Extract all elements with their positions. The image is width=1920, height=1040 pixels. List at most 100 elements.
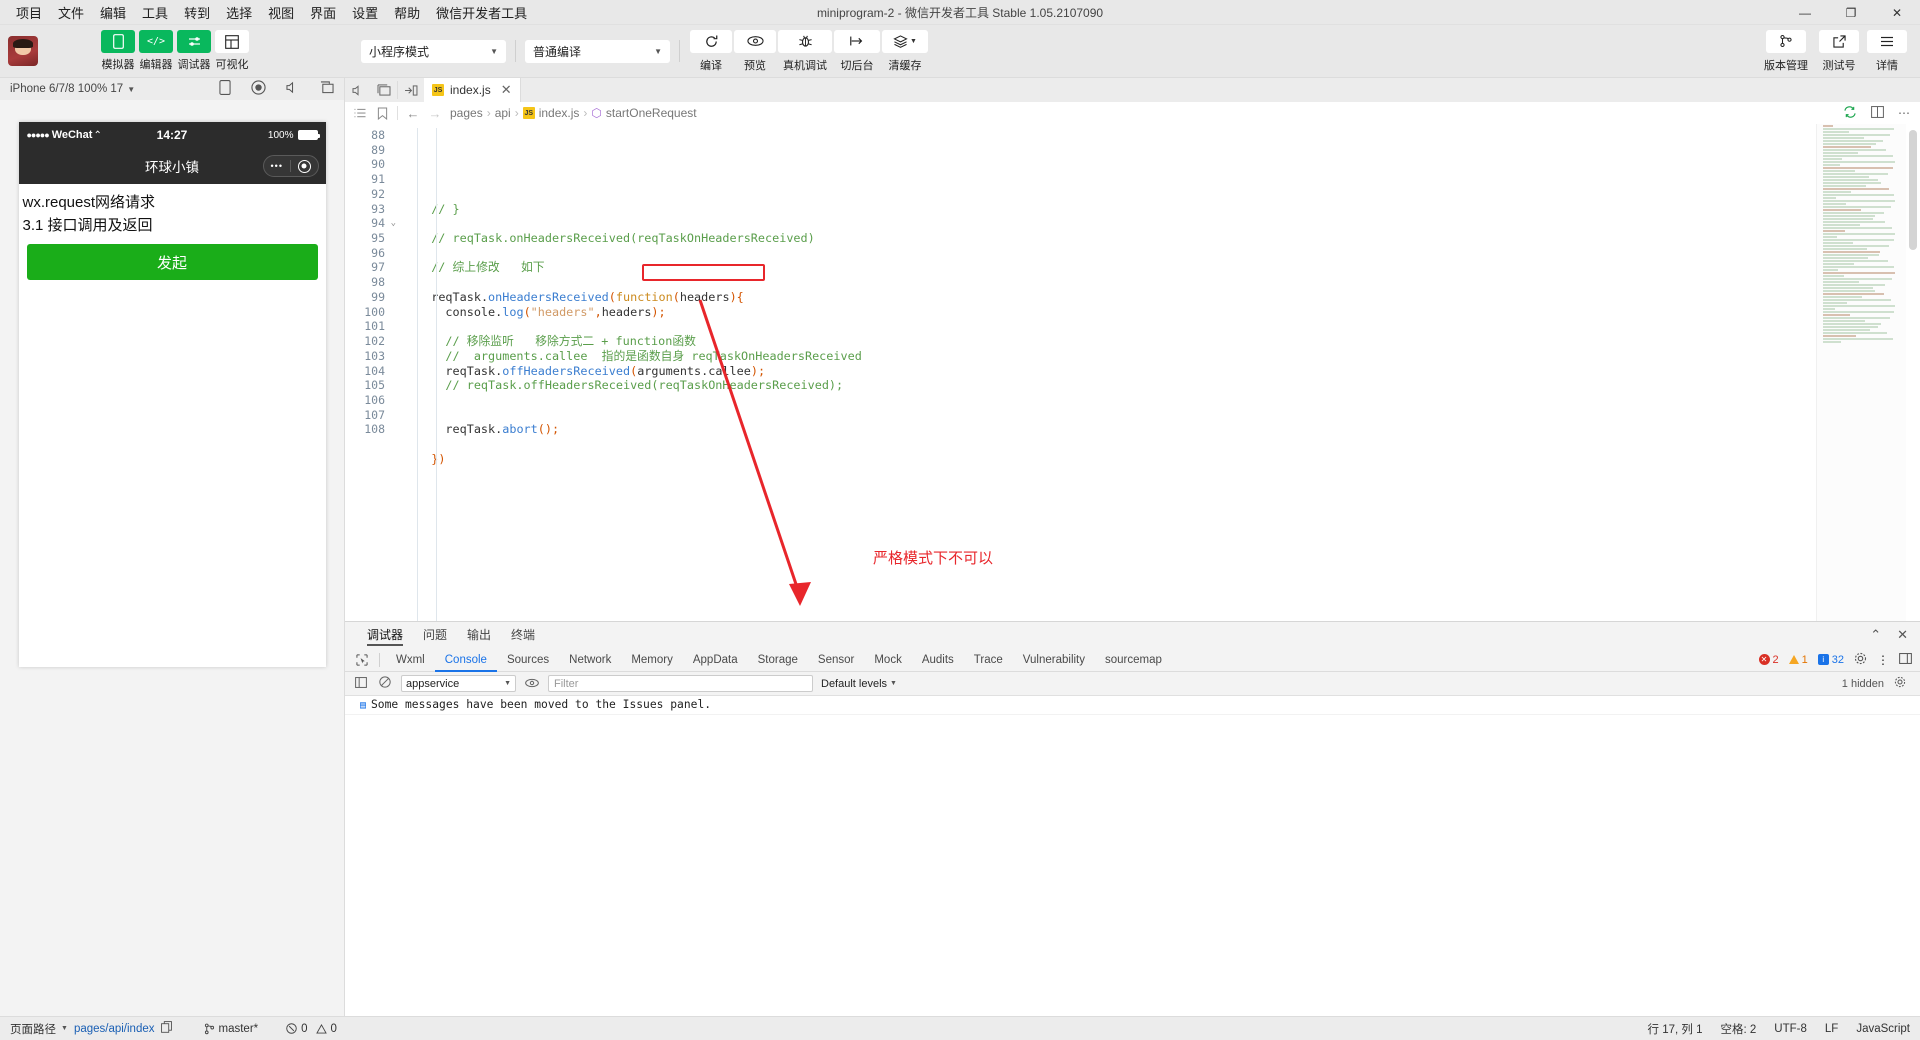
toolbar-button-compile[interactable]: 编译 [689, 29, 733, 73]
menu-item-1[interactable]: 文件 [50, 0, 92, 25]
toolbar-button-simulator[interactable]: 模拟器 [101, 30, 135, 72]
more-icon[interactable]: ⋯ [1898, 106, 1910, 121]
console-settings-icon[interactable] [1894, 676, 1906, 691]
console-tab-sensor[interactable]: Sensor [808, 648, 864, 672]
breadcrumb-item[interactable]: api [495, 106, 511, 120]
back-icon[interactable]: ← [402, 106, 424, 121]
menu-item-6[interactable]: 视图 [260, 0, 302, 25]
console-tab-vulnerability[interactable]: Vulnerability [1013, 648, 1095, 672]
toolbar-button-debugger[interactable]: 调试器 [177, 30, 211, 72]
breadcrumb-item[interactable]: pages [450, 106, 483, 120]
branch-indicator[interactable]: master* [204, 1023, 258, 1035]
toolbar-button-details[interactable]: 详情 [1866, 29, 1908, 73]
warning-badge[interactable]: 1 [1788, 654, 1808, 666]
split-editor-icon[interactable] [371, 78, 397, 102]
collapse-sidebar-icon[interactable] [398, 78, 424, 102]
console-tab-sources[interactable]: Sources [497, 648, 559, 672]
toolbar-button-clear-cache[interactable]: ▼ 清缓存 [881, 29, 929, 73]
info-badge[interactable]: i 32 [1817, 654, 1844, 666]
cursor-position[interactable]: 行 17, 列 1 [1648, 1021, 1703, 1037]
device-select[interactable]: iPhone 6/7/8 100% 17 [10, 83, 123, 95]
error-badge[interactable]: ✕ 2 [1758, 654, 1779, 666]
menu-item-10[interactable]: 微信开发者工具 [428, 0, 535, 25]
breadcrumb-item[interactable]: index.js [539, 106, 580, 120]
levels-select[interactable]: Default levels ▼ [821, 678, 897, 690]
editor-scrollbar[interactable] [1906, 124, 1920, 621]
console-tab-network[interactable]: Network [559, 648, 621, 672]
toolbar-button-preview[interactable]: 预览 [733, 29, 777, 73]
record-icon[interactable] [251, 80, 266, 98]
capsule-buttons[interactable]: ••• [262, 155, 319, 177]
forward-icon[interactable]: → [424, 106, 446, 121]
inspect-element-icon[interactable] [351, 653, 373, 666]
menu-item-5[interactable]: 选择 [218, 0, 260, 25]
console-tab-memory[interactable]: Memory [621, 648, 683, 672]
menu-item-2[interactable]: 编辑 [92, 0, 134, 25]
console-tab-storage[interactable]: Storage [748, 648, 808, 672]
code-editor[interactable]: 88 89 90 91 92 93 94 ⌄ 95 96 97 98 99 100 101 102 103 104… [345, 124, 1920, 621]
split-icon[interactable] [1871, 105, 1884, 121]
clear-console-icon[interactable] [377, 676, 393, 691]
devtools-tab-终端[interactable]: 终端 [501, 622, 545, 648]
menu-item-8[interactable]: 设置 [344, 0, 386, 25]
speaker-icon[interactable] [345, 78, 371, 102]
eye-icon[interactable] [524, 677, 540, 691]
more-vertical-icon[interactable]: ⋮ [1877, 653, 1889, 667]
outline-icon[interactable] [349, 108, 371, 119]
screenshot-icon[interactable] [320, 81, 334, 97]
editor-tab-index-js[interactable]: JS index.js ✕ [424, 78, 521, 102]
close-button[interactable]: ✕ [1874, 0, 1920, 25]
close-icon[interactable]: ✕ [501, 82, 512, 98]
console-tab-wxml[interactable]: Wxml [386, 648, 435, 672]
menu-item-0[interactable]: 项目 [8, 0, 50, 25]
page-path-value[interactable]: pages/api/index [74, 1023, 155, 1035]
menu-item-3[interactable]: 工具 [134, 0, 176, 25]
devtools-tab-问题[interactable]: 问题 [413, 622, 457, 648]
toolbar-button-version[interactable]: 版本管理 [1760, 29, 1812, 73]
rotate-device-icon[interactable] [219, 80, 231, 98]
menu-item-9[interactable]: 帮助 [386, 0, 428, 25]
mute-icon[interactable] [286, 81, 300, 97]
collapse-icon[interactable]: ⌃ [1870, 627, 1881, 643]
settings-gear-icon[interactable] [1854, 652, 1867, 668]
devtools-tab-调试器[interactable]: 调试器 [357, 622, 413, 648]
mode-select[interactable]: 小程序模式 ▼ [361, 39, 506, 63]
menu-item-4[interactable]: 转到 [176, 0, 218, 25]
console-tab-trace[interactable]: Trace [964, 648, 1013, 672]
avatar[interactable] [8, 36, 38, 66]
console-tab-console[interactable]: Console [434, 648, 497, 672]
console-tab-appdata[interactable]: AppData [683, 648, 748, 672]
compile-select[interactable]: 普通编译 ▼ [525, 39, 670, 63]
close-icon[interactable]: ✕ [1897, 627, 1908, 643]
console-tab-audits[interactable]: Audits [912, 648, 964, 672]
console-tab-sourcemap[interactable]: sourcemap [1095, 648, 1172, 672]
minimap[interactable] [1816, 124, 1906, 621]
indent-setting[interactable]: 空格: 2 [1721, 1021, 1757, 1037]
toolbar-button-testid[interactable]: 测试号 [1818, 29, 1860, 73]
toolbar-button-editor[interactable]: </> 编辑器 [139, 30, 173, 72]
sync-icon[interactable] [1843, 105, 1857, 121]
filter-input[interactable]: Filter [548, 675, 813, 692]
console-output[interactable]: ▤ Some messages have been moved to the Is… [345, 696, 1920, 1016]
language-mode[interactable]: JavaScript [1856, 1023, 1910, 1035]
dock-icon[interactable] [1899, 652, 1912, 667]
toolbar-button-visual[interactable]: 可视化 [215, 30, 249, 72]
bookmark-icon[interactable] [371, 106, 393, 120]
maximize-button[interactable]: ❐ [1828, 0, 1874, 25]
console-row-issues[interactable]: ▤ Some messages have been moved to the Is… [345, 696, 1920, 715]
devtools-tab-输出[interactable]: 输出 [457, 622, 501, 648]
copy-icon[interactable] [160, 1021, 172, 1036]
eol[interactable]: LF [1825, 1023, 1838, 1035]
code-content[interactable]: // } // reqTask.onHeadersReceived(reqTas… [391, 124, 1816, 621]
context-select[interactable]: appservice ▼ [401, 675, 516, 692]
request-button[interactable]: 发起 [26, 244, 318, 280]
minimize-button[interactable]: — [1782, 0, 1828, 25]
toolbar-button-background[interactable]: 切后台 [833, 29, 881, 73]
console-tab-mock[interactable]: Mock [864, 648, 911, 672]
menu-item-7[interactable]: 界面 [302, 0, 344, 25]
problems-indicator[interactable]: 0 0 [286, 1023, 337, 1035]
encoding[interactable]: UTF-8 [1774, 1023, 1807, 1035]
console-sidebar-icon[interactable] [353, 676, 369, 691]
toolbar-button-realdevice-debug[interactable]: 真机调试 [777, 29, 833, 73]
breadcrumb-item[interactable]: startOneRequest [606, 106, 697, 120]
